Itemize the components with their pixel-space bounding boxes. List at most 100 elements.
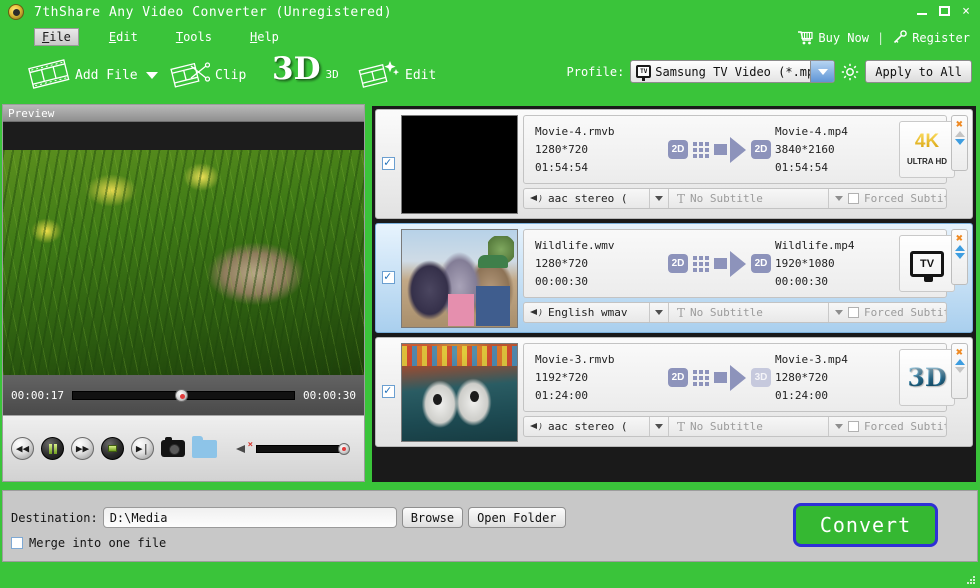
snapshot-button[interactable]: [161, 440, 185, 457]
source-filename: Wildlife.wmv: [535, 239, 668, 252]
file-list[interactable]: Movie-4.rmvb 1280*720 01:54:54 2D 2D Mov…: [372, 106, 976, 482]
move-up-icon[interactable]: [955, 359, 965, 365]
row-metadata: Movie-4.rmvb 1280*720 01:54:54 2D 2D Mov…: [523, 115, 947, 209]
audio-dropdown-chevron-down-icon[interactable]: [649, 417, 668, 436]
source-filename: Movie-4.rmvb: [535, 125, 668, 138]
edit-label: Edit: [405, 68, 436, 83]
row-checkbox[interactable]: [382, 157, 395, 170]
seek-slider-handle[interactable]: [175, 389, 188, 402]
table-row[interactable]: Movie-4.rmvb 1280*720 01:54:54 2D 2D Mov…: [375, 109, 973, 219]
audio-dropdown-chevron-down-icon[interactable]: [649, 303, 668, 322]
forced-chevron-down-icon[interactable]: [835, 424, 843, 429]
audio-dropdown-chevron-down-icon[interactable]: [649, 189, 668, 208]
browse-button[interactable]: Browse: [402, 507, 463, 528]
clip-button[interactable]: Clip: [170, 58, 246, 92]
chevron-down-icon[interactable]: [146, 72, 158, 79]
row-checkbox[interactable]: [382, 271, 395, 284]
profile-select[interactable]: TV Samsung TV Video (*.mp4): [630, 60, 835, 83]
target-duration: 01:54:54: [775, 161, 899, 174]
row-conversion-summary: Movie-4.rmvb 1280*720 01:54:54 2D 2D Mov…: [523, 115, 947, 184]
row-thumbnail[interactable]: [401, 229, 518, 328]
speaker-icon: ): [530, 421, 543, 432]
preview-seek-bar: 00:00:17 00:00:30: [3, 375, 364, 415]
remove-icon[interactable]: ✖: [956, 233, 963, 243]
resize-grip[interactable]: [966, 575, 976, 585]
gear-icon[interactable]: [841, 63, 859, 81]
ultra-hd-text: ULTRA HD: [907, 157, 947, 166]
row-track-selectors: ) English wmav T No Subtitle Forced Subt…: [523, 302, 947, 323]
tv-icon: TV: [636, 65, 651, 78]
add-file-button[interactable]: Add File: [28, 58, 158, 92]
forced-subtitle-checkbox[interactable]: [848, 421, 859, 432]
volume-slider-handle[interactable]: [338, 443, 350, 455]
edit-button[interactable]: Edit: [358, 58, 436, 92]
mute-speaker-icon[interactable]: ×: [236, 442, 252, 456]
register-button[interactable]: Register: [892, 30, 970, 45]
forced-subtitle-checkbox[interactable]: [848, 193, 859, 204]
thumb-vest: [476, 286, 510, 326]
target-filename: Movie-3.mp4: [775, 353, 899, 366]
forced-subtitle-toggle[interactable]: Forced Subtitle: [828, 417, 947, 436]
arrow-tail-icon: [714, 258, 727, 269]
row-actions: ✖: [951, 343, 968, 399]
three-d-button[interactable]: 3D 3D: [272, 54, 339, 85]
row-track-selectors: ) aac stereo ( T No Subtitle Forced Subt…: [523, 188, 947, 209]
audio-track-select[interactable]: ) aac stereo (: [524, 420, 649, 433]
maximize-button[interactable]: [934, 2, 954, 20]
move-down-icon[interactable]: [955, 139, 965, 145]
open-folder-button[interactable]: [192, 440, 217, 458]
subtitle-select[interactable]: T No Subtitle: [668, 303, 828, 322]
minimize-button[interactable]: [912, 2, 932, 20]
menu-item-edit-rest: dit: [116, 30, 138, 44]
subtitle-select[interactable]: T No Subtitle: [668, 417, 828, 436]
target-duration: 00:00:30: [775, 275, 899, 288]
stop-button[interactable]: [101, 437, 124, 460]
destination-input[interactable]: D:\Media: [103, 507, 397, 528]
preview-video-surface[interactable]: [3, 122, 364, 375]
audio-track-select[interactable]: ) aac stereo (: [524, 192, 649, 205]
pause-button[interactable]: [41, 437, 64, 460]
open-folder-button[interactable]: Open Folder: [468, 507, 565, 528]
target-resolution: 3840*2160: [775, 143, 899, 156]
fast-forward-button[interactable]: ▶▶: [71, 437, 94, 460]
rewind-button[interactable]: ◀◀: [11, 437, 34, 460]
forced-subtitle-toggle[interactable]: Forced Subtitle: [828, 189, 947, 208]
menu-item-help[interactable]: Help: [242, 28, 287, 46]
remove-icon[interactable]: ✖: [956, 347, 963, 357]
volume-slider[interactable]: [256, 445, 346, 453]
move-down-icon[interactable]: [955, 367, 965, 373]
subtitle-select[interactable]: T No Subtitle: [668, 189, 828, 208]
forced-chevron-down-icon[interactable]: [835, 310, 843, 315]
row-checkbox[interactable]: [382, 385, 395, 398]
row-thumbnail[interactable]: [401, 343, 518, 442]
table-row[interactable]: Movie-3.rmvb 1192*720 01:24:00 2D 3D Mov…: [375, 337, 973, 447]
row-thumbnail[interactable]: [401, 115, 518, 214]
move-up-icon[interactable]: [955, 245, 965, 251]
chevron-down-icon[interactable]: [810, 61, 834, 82]
source-dimension-badge: 2D: [668, 254, 688, 273]
subtitle-value: No Subtitle: [690, 420, 763, 433]
buy-now-button[interactable]: Buy Now: [797, 30, 869, 45]
menu-item-tools[interactable]: Tools: [168, 28, 220, 46]
forced-chevron-down-icon[interactable]: [835, 196, 843, 201]
close-icon[interactable]: ×: [956, 2, 976, 20]
merge-checkbox[interactable]: [11, 537, 23, 549]
move-down-icon[interactable]: [955, 253, 965, 259]
audio-track-select[interactable]: ) English wmav: [524, 306, 649, 319]
text-icon: T: [677, 420, 685, 434]
menu-item-file[interactable]: File: [34, 28, 79, 46]
convert-button[interactable]: Convert: [793, 503, 938, 547]
next-frame-button[interactable]: ▶|: [131, 437, 154, 460]
profile-badge: 3D: [899, 349, 955, 406]
forced-subtitle-checkbox[interactable]: [848, 307, 859, 318]
profile-selected-value: Samsung TV Video (*.mp4): [655, 65, 810, 79]
audio-track-value: aac stereo (: [548, 192, 627, 205]
table-row[interactable]: Wildlife.wmv 1280*720 00:00:30 2D 2D Wil…: [375, 223, 973, 333]
arrow-tail-icon: [714, 372, 727, 383]
apply-to-all-button[interactable]: Apply to All: [865, 60, 972, 83]
move-up-icon[interactable]: [955, 131, 965, 137]
remove-icon[interactable]: ✖: [956, 119, 963, 129]
seek-slider[interactable]: [72, 391, 295, 400]
menu-item-edit[interactable]: Edit: [101, 28, 146, 46]
forced-subtitle-toggle[interactable]: Forced Subtitle: [828, 303, 947, 322]
